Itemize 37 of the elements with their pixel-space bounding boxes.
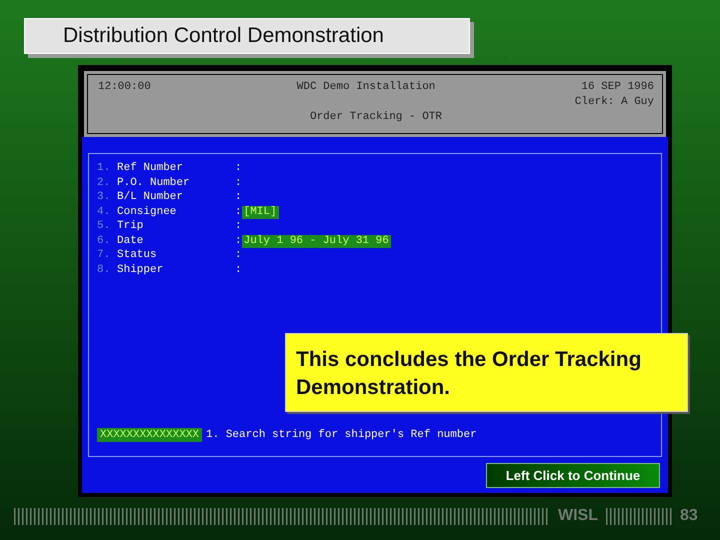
field-number: 4. [97, 206, 112, 218]
clerk-name: Clerk: A Guy [574, 96, 654, 108]
field-label: Consignee [117, 206, 178, 218]
field-number: 2. [97, 176, 112, 190]
field-number: 5. [97, 220, 112, 233]
field-separator: : [235, 264, 242, 276]
date-text: 16 SEP 1996 [581, 81, 654, 93]
field-label: Shipper [117, 264, 164, 276]
input-field[interactable]: XXXXXXXXXXXXXXX [97, 428, 202, 442]
field-label: B/L Number [117, 191, 184, 204]
footer-brand: WISL [558, 507, 598, 525]
field-separator: : [235, 162, 242, 175]
page-number: 83 [680, 507, 698, 525]
continue-button[interactable]: Left Click to Continue [486, 463, 660, 488]
field-label: Trip [117, 220, 144, 233]
field-separator: : [235, 220, 242, 233]
field-number: 3. [97, 191, 112, 204]
field-number: 8. [97, 264, 112, 276]
field-label: Date [117, 234, 144, 248]
field-number: 7. [97, 249, 112, 262]
screen-title: Order Tracking - OTR [310, 111, 442, 123]
field-label: Status [117, 249, 158, 262]
field-value: July 1 96 - July 31 96 [242, 234, 391, 248]
input-hint: 1. Search string for shipper's Ref number [206, 429, 477, 441]
field-separator: : [235, 176, 242, 190]
field-separator: : [235, 206, 242, 218]
field-number: 1. [97, 162, 112, 175]
field-value: [MIL] [242, 206, 279, 218]
installation-name: WDC Demo Installation [296, 81, 436, 93]
field-separator: : [235, 234, 242, 248]
field-label: Ref Number [117, 162, 184, 175]
field-number: 6. [97, 234, 112, 248]
clock-time: 12:00:00 [98, 81, 151, 93]
field-separator: : [235, 191, 242, 204]
callout-box: This concludes the Order Tracking Demonstration. [285, 333, 688, 412]
field-label: P.O. Number [117, 176, 191, 190]
field-separator: : [235, 249, 242, 262]
